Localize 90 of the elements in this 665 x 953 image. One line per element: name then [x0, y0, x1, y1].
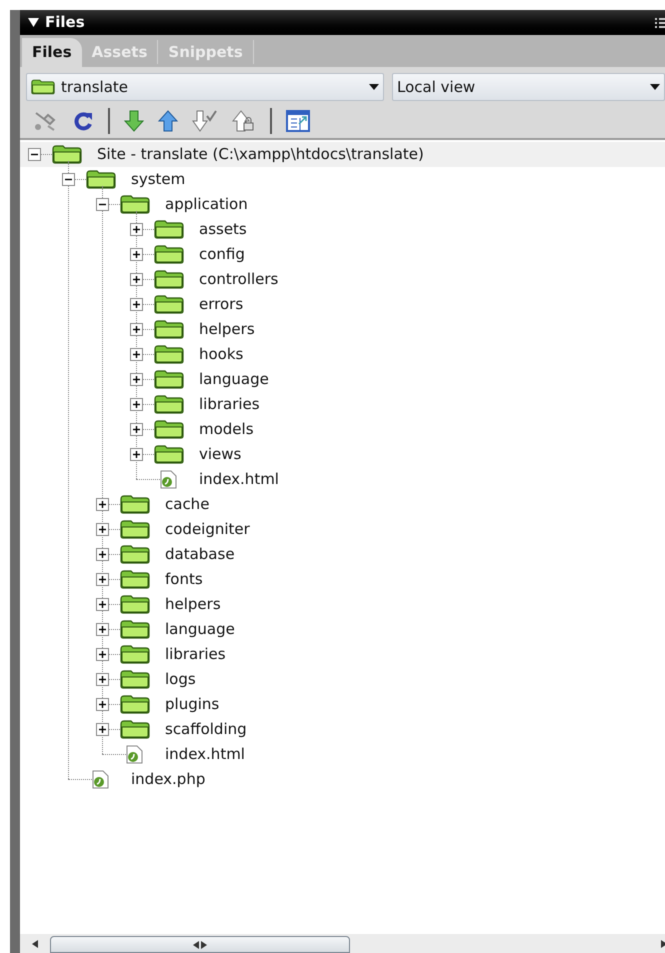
- file-name[interactable]: index.html: [165, 743, 245, 766]
- folder-name[interactable]: logs: [165, 668, 196, 691]
- folder-name[interactable]: helpers: [165, 593, 221, 616]
- folder-icon: [120, 495, 150, 514]
- folder-icon: [31, 79, 55, 95]
- expand-toggle-icon[interactable]: [96, 573, 109, 586]
- folder-name[interactable]: libraries: [165, 643, 226, 666]
- folder-icon: [154, 295, 184, 314]
- expand-icon[interactable]: [286, 110, 310, 132]
- file-name[interactable]: index.php: [131, 768, 206, 791]
- expand-toggle-icon[interactable]: [96, 648, 109, 661]
- folder-icon: [154, 370, 184, 389]
- panel-tab[interactable]: Files: [22, 38, 82, 67]
- expand-toggle-icon[interactable]: [130, 373, 143, 386]
- expand-toggle-icon[interactable]: [130, 273, 143, 286]
- check-in-icon[interactable]: [232, 110, 256, 132]
- expand-toggle-icon[interactable]: [130, 398, 143, 411]
- folder-icon: [120, 695, 150, 714]
- folder-icon: [120, 520, 150, 539]
- collapse-toggle-icon[interactable]: [28, 148, 41, 161]
- folder-name[interactable]: cache: [165, 493, 210, 516]
- expand-toggle-icon[interactable]: [96, 698, 109, 711]
- folder-icon: [120, 595, 150, 614]
- folder-icon: [52, 145, 82, 164]
- folder-icon: [154, 445, 184, 464]
- collapse-toggle-icon[interactable]: [62, 173, 75, 186]
- expand-toggle-icon[interactable]: [130, 298, 143, 311]
- collapse-icon: [28, 18, 39, 27]
- up-arrow-icon[interactable]: [158, 110, 178, 132]
- folder-name[interactable]: system: [131, 168, 186, 191]
- scrollbar-thumb[interactable]: [50, 936, 350, 953]
- expand-toggle-icon[interactable]: [130, 223, 143, 236]
- expand-toggle-icon[interactable]: [96, 723, 109, 736]
- panel-title-text: Files: [45, 12, 85, 34]
- folder-name[interactable]: errors: [199, 293, 244, 316]
- panel-menu-icon[interactable]: [655, 16, 665, 28]
- collapse-toggle-icon[interactable]: [96, 198, 109, 211]
- folder-name[interactable]: hooks: [199, 343, 244, 366]
- expand-toggle-icon[interactable]: [96, 548, 109, 561]
- scroll-left-icon[interactable]: [32, 940, 38, 948]
- expand-toggle-icon[interactable]: [130, 248, 143, 261]
- folder-icon: [154, 345, 184, 364]
- folder-name[interactable]: application: [165, 193, 248, 216]
- folder-name[interactable]: views: [199, 443, 242, 466]
- expand-toggle-icon[interactable]: [130, 348, 143, 361]
- folder-name[interactable]: controllers: [199, 268, 278, 291]
- expand-toggle-icon[interactable]: [130, 423, 143, 436]
- folder-name[interactable]: assets: [199, 218, 247, 241]
- refresh-icon[interactable]: [72, 110, 94, 132]
- file-name[interactable]: index.html: [199, 468, 279, 491]
- view-dropdown[interactable]: Local view: [392, 73, 665, 101]
- expand-toggle-icon[interactable]: [96, 673, 109, 686]
- folder-icon: [120, 570, 150, 589]
- folder-name[interactable]: database: [165, 543, 235, 566]
- folder-name[interactable]: codeigniter: [165, 518, 250, 541]
- folder-name[interactable]: config: [199, 243, 245, 266]
- folder-name[interactable]: language: [165, 618, 235, 641]
- folder-icon: [86, 170, 116, 189]
- folder-name[interactable]: language: [199, 368, 269, 391]
- folder-icon: [120, 620, 150, 639]
- expand-toggle-icon[interactable]: [130, 323, 143, 336]
- expand-toggle-icon[interactable]: [96, 598, 109, 611]
- folder-icon: [120, 720, 150, 739]
- grip-icon: [193, 940, 207, 948]
- folder-icon: [120, 670, 150, 689]
- folder-name[interactable]: libraries: [199, 393, 260, 416]
- folder-icon: [154, 320, 184, 339]
- folder-icon: [120, 195, 150, 214]
- folder-icon: [120, 645, 150, 664]
- caret-icon: [369, 84, 379, 90]
- folder-icon: [120, 545, 150, 564]
- check-out-icon[interactable]: [192, 110, 218, 132]
- expand-toggle-icon[interactable]: [96, 498, 109, 511]
- caret-icon: [650, 84, 660, 90]
- folder-name[interactable]: scaffolding: [165, 718, 247, 741]
- expand-toggle-icon[interactable]: [130, 448, 143, 461]
- expand-toggle-icon[interactable]: [96, 623, 109, 636]
- folder-icon: [154, 395, 184, 414]
- expand-toggle-icon[interactable]: [96, 523, 109, 536]
- site-dropdown[interactable]: translate: [26, 73, 384, 101]
- scroll-right-icon[interactable]: [661, 940, 665, 948]
- folder-icon: [154, 420, 184, 439]
- folder-icon: [154, 245, 184, 264]
- folder-name[interactable]: models: [199, 418, 254, 441]
- folder-icon: [154, 220, 184, 239]
- folder-name[interactable]: helpers: [199, 318, 255, 341]
- folder-icon: [154, 270, 184, 289]
- folder-name[interactable]: fonts: [165, 568, 203, 591]
- down-arrow-icon[interactable]: [124, 110, 144, 132]
- folder-name[interactable]: plugins: [165, 693, 220, 716]
